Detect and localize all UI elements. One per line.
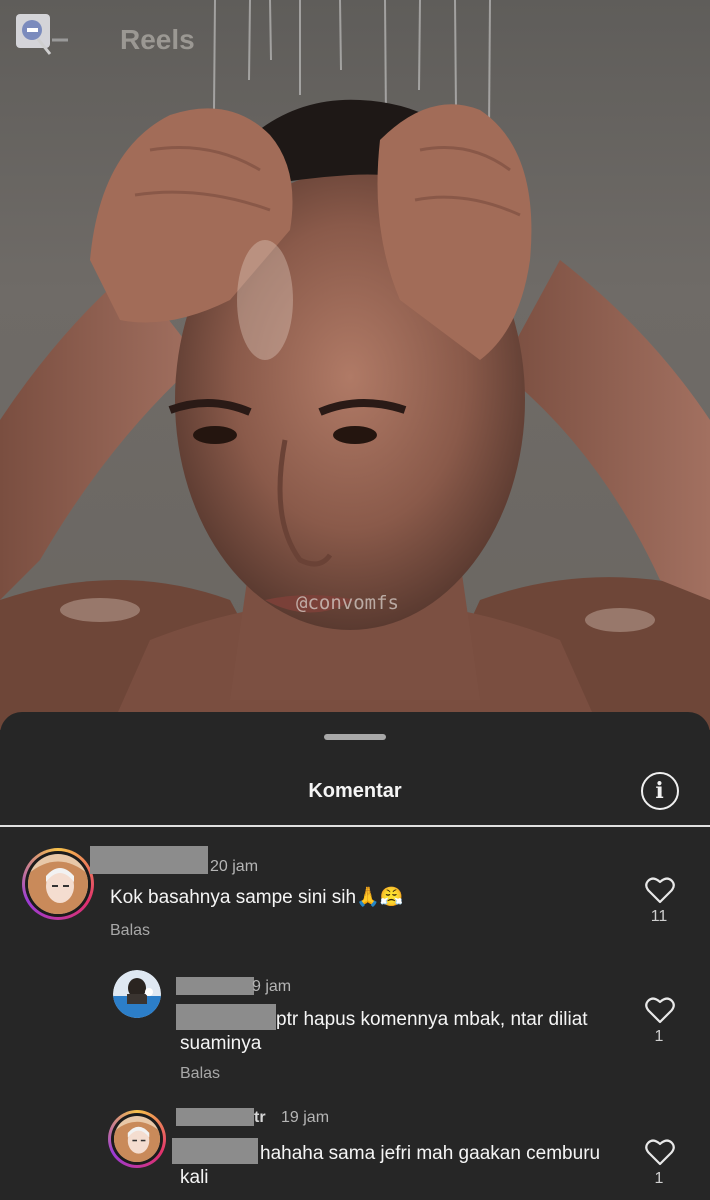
- reply-item: 9 jam ptr hapus komennya mbak, ntar dili…: [0, 962, 710, 1082]
- comment-text: Kok basahnya sampe sini sih🙏😤: [110, 887, 404, 908]
- username-redacted[interactable]: [90, 846, 208, 874]
- reels-header: Reels: [0, 0, 710, 80]
- comment-text: hahaha sama jefri mah gaakan cemburu: [260, 1143, 601, 1164]
- heart-icon[interactable]: [645, 876, 675, 904]
- avatar[interactable]: [108, 1110, 166, 1168]
- comment-time: 19 jam: [281, 1109, 330, 1126]
- mention-redacted[interactable]: [176, 1004, 276, 1030]
- username-redacted[interactable]: [176, 977, 254, 995]
- avatar-image: [28, 854, 88, 914]
- username-redacted[interactable]: [176, 1108, 254, 1126]
- info-icon[interactable]: i: [641, 772, 679, 810]
- reel-video[interactable]: Reels @convomfs: [0, 0, 710, 730]
- arrow-left-icon[interactable]: [16, 14, 68, 66]
- username-suffix: tr: [254, 1109, 266, 1126]
- sheet-drag-handle[interactable]: [324, 734, 386, 740]
- sheet-title: Komentar: [308, 780, 402, 802]
- mention-redacted[interactable]: [172, 1138, 258, 1164]
- comment-time: 20 jam: [210, 858, 259, 875]
- avatar[interactable]: [22, 848, 94, 920]
- avatar[interactable]: [113, 970, 161, 1018]
- comment-time: 9 jam: [252, 978, 292, 995]
- reel-video-frame: [0, 0, 710, 730]
- divider: [0, 825, 710, 827]
- reply-button[interactable]: Balas: [110, 922, 150, 940]
- avatar-image: [113, 970, 161, 1018]
- reply-item: tr 19 jam hahaha sama jefri mah gaakan c…: [0, 1104, 710, 1200]
- heart-icon[interactable]: [645, 1138, 675, 1166]
- comment-item: 20 jam Kok basahnya sampe sini sih🙏😤 Bal…: [0, 830, 710, 940]
- avatar-image: [114, 1116, 160, 1162]
- heart-icon[interactable]: [645, 996, 675, 1024]
- like-count: 1: [654, 1170, 664, 1187]
- like-count: 11: [650, 908, 668, 925]
- video-watermark: @convomfs: [296, 592, 399, 614]
- comment-text: ptr hapus komennya mbak, ntar diliat: [276, 1009, 588, 1030]
- like-count: 1: [654, 1028, 664, 1045]
- comments-sheet: Komentar i 20 jam Kok basahnya sampe sin…: [0, 712, 710, 1200]
- reply-button[interactable]: Balas: [180, 1065, 220, 1083]
- comment-text-continued: suaminya: [180, 1033, 262, 1054]
- comment-text-continued: kali: [180, 1167, 209, 1188]
- page-title: Reels: [120, 24, 195, 55]
